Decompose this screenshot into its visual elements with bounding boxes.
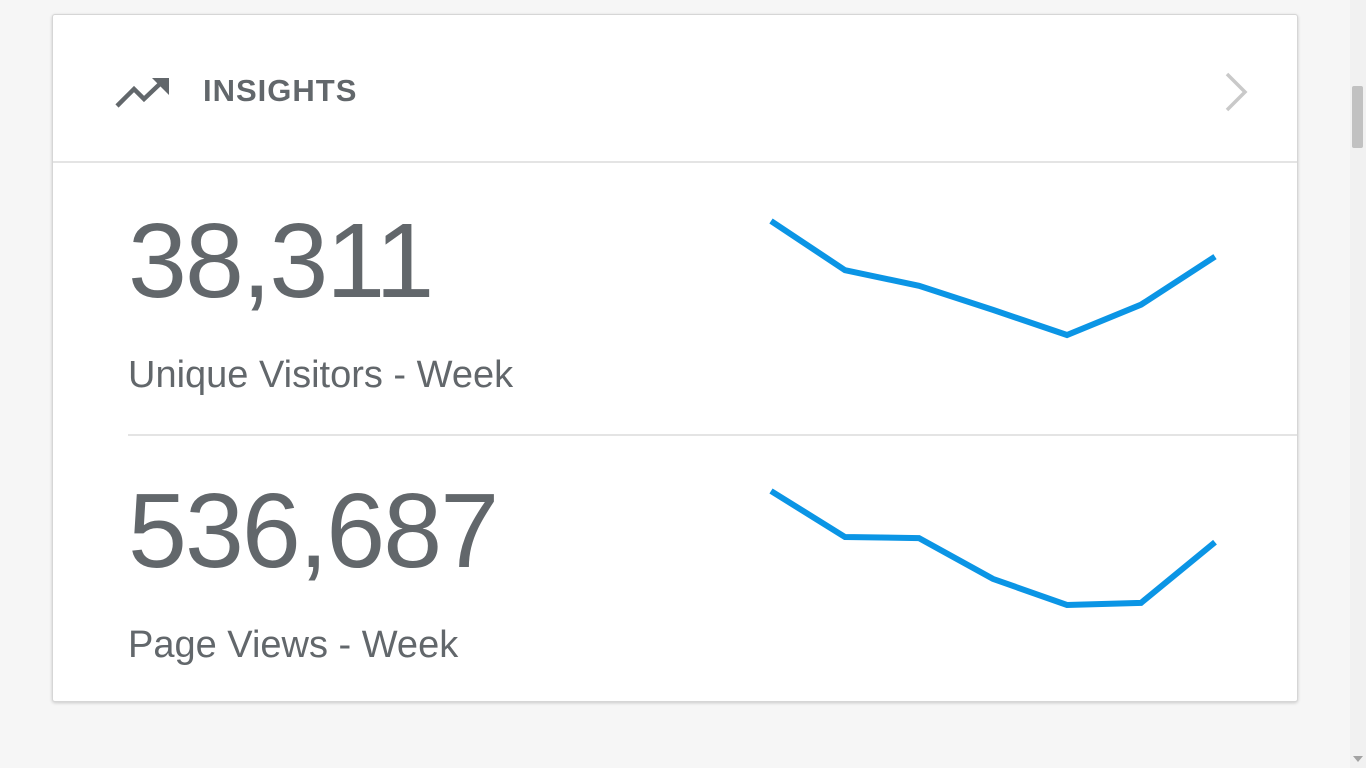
scrollbar-thumb[interactable]: [1352, 86, 1363, 148]
chevron-right-icon[interactable]: [1221, 71, 1251, 113]
metric-value: 38,311: [128, 202, 434, 320]
scroll-down-arrow-icon[interactable]: [1353, 756, 1363, 762]
insights-title: INSIGHTS: [203, 73, 358, 108]
unique-visitors-sparkline: [769, 218, 1217, 339]
page-views-sparkline: [769, 488, 1217, 609]
page: INSIGHTS 38,311 Unique Visitors - Week 5…: [0, 0, 1366, 768]
metric-page-views: 536,687 Page Views - Week: [53, 435, 1297, 701]
sparkline-series-line: [769, 488, 1217, 609]
trending-up-icon: [115, 78, 169, 108]
metric-label: Page Views - Week: [128, 624, 459, 666]
insights-header[interactable]: INSIGHTS: [53, 15, 1297, 163]
metric-unique-visitors: 38,311 Unique Visitors - Week: [53, 165, 1297, 436]
insights-card: INSIGHTS 38,311 Unique Visitors - Week 5…: [52, 14, 1298, 702]
sparkline-series-line: [769, 218, 1217, 339]
vertical-scrollbar[interactable]: [1350, 0, 1366, 768]
metric-label: Unique Visitors - Week: [128, 354, 514, 396]
metric-value: 536,687: [128, 472, 499, 590]
